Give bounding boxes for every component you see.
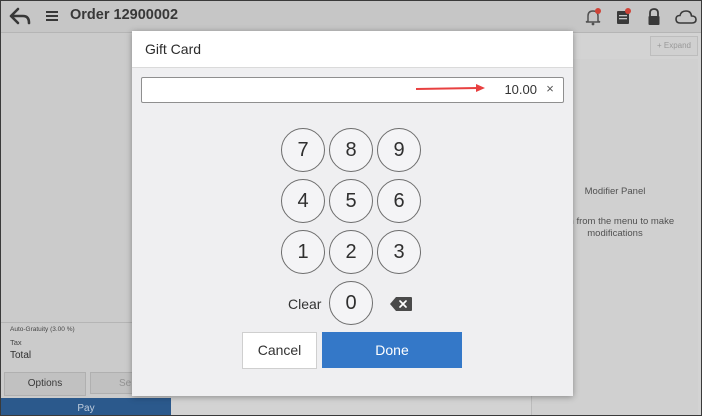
clear-amount-icon[interactable]: × (544, 82, 556, 96)
keypad-key-2[interactable]: 2 (329, 230, 373, 274)
keypad-key-7[interactable]: 7 (281, 128, 325, 172)
dialog-header: Gift Card (132, 31, 573, 68)
gift-card-dialog: Gift Card 10.00 × 7 8 9 4 5 6 1 2 3 Clea… (132, 31, 573, 396)
done-button[interactable]: Done (322, 332, 462, 368)
keypad-key-6[interactable]: 6 (377, 179, 421, 223)
dialog-title: Gift Card (145, 41, 202, 57)
keypad-key-9[interactable]: 9 (377, 128, 421, 172)
cancel-button[interactable]: Cancel (242, 332, 317, 369)
app-frame: Order 12900002 Auto-Gratuity (3.00 %) Ta… (0, 0, 702, 416)
keypad-key-8[interactable]: 8 (329, 128, 373, 172)
keypad-key-1[interactable]: 1 (281, 230, 325, 274)
keypad-key-4[interactable]: 4 (281, 179, 325, 223)
backspace-icon[interactable] (390, 297, 412, 311)
keypad-clear-button[interactable]: Clear (288, 296, 321, 312)
keypad-key-5[interactable]: 5 (329, 179, 373, 223)
keypad-key-0[interactable]: 0 (329, 281, 373, 325)
annotation-arrow-icon (416, 84, 485, 92)
amount-input[interactable]: 10.00 × (141, 77, 564, 103)
amount-value: 10.00 (504, 82, 537, 97)
keypad-key-3[interactable]: 3 (377, 230, 421, 274)
